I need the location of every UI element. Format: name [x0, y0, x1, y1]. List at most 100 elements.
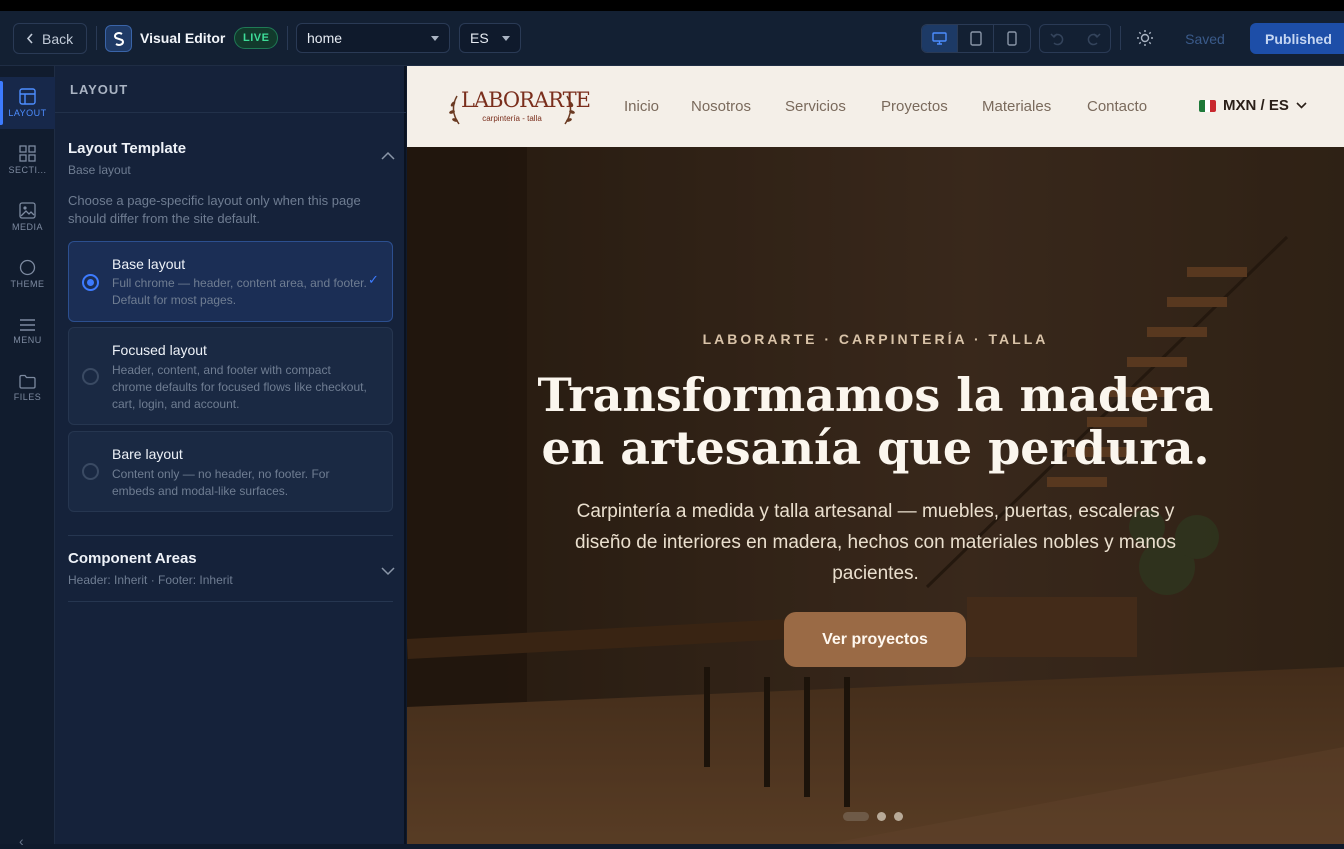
- hero-section: LABORARTE · CARPINTERÍA · TALLA Transfor…: [407, 147, 1344, 844]
- section-divider: [68, 535, 393, 536]
- layout-option-bare[interactable]: Bare layout Content only — no header, no…: [68, 431, 393, 512]
- nav-link-contacto[interactable]: Contacto: [1087, 98, 1147, 115]
- chevron-down-icon: [1296, 102, 1307, 109]
- language-select[interactable]: ES: [459, 23, 521, 53]
- brand-name: LABORARTE: [461, 88, 591, 112]
- folder-icon: [19, 374, 36, 389]
- app-logo-icon: [105, 25, 132, 52]
- rail-label: SECTI...: [8, 165, 47, 175]
- nav-link-proyectos[interactable]: Proyectos: [881, 98, 948, 115]
- layout-panel: LAYOUT Layout Template Base layout Choos…: [55, 66, 406, 844]
- layout-option-focused[interactable]: Focused layout Header, content, and foot…: [68, 327, 393, 425]
- site-preview: LABORARTE carpintería - talla Inicio Nos…: [407, 66, 1344, 844]
- language-select-value: ES: [470, 30, 489, 46]
- layout-option-base[interactable]: Base layout Full chrome — header, conten…: [68, 241, 393, 322]
- chevron-up-icon[interactable]: [381, 151, 395, 160]
- tool-rail: LAYOUT SECTI... MEDIA THEME MENU FILES ‹: [0, 66, 55, 849]
- tablet-view-button[interactable]: [958, 25, 994, 52]
- toolbar-divider: [96, 26, 97, 50]
- rail-label: MENU: [13, 334, 42, 345]
- carousel-dot[interactable]: [877, 812, 886, 821]
- panel-heading: LAYOUT: [70, 82, 129, 97]
- rail-item-theme[interactable]: THEME: [0, 248, 55, 300]
- layout-template-subtitle: Base layout: [68, 163, 131, 177]
- rail-item-sections[interactable]: SECTI...: [0, 134, 55, 186]
- status-badge: LIVE: [234, 27, 279, 49]
- carousel-dot[interactable]: [894, 812, 903, 821]
- desktop-icon: [932, 32, 947, 45]
- mobile-view-button[interactable]: [994, 25, 1030, 52]
- window-top-strip: [0, 0, 1344, 11]
- carousel-dot[interactable]: [843, 812, 869, 821]
- radio-unselected[interactable]: [82, 368, 99, 385]
- saved-button[interactable]: Saved: [1170, 24, 1240, 53]
- rail-label: LAYOUT: [8, 108, 47, 118]
- theme-toggle-button[interactable]: [1135, 28, 1155, 48]
- nav-link-servicios[interactable]: Servicios: [785, 98, 846, 115]
- chevron-left-icon: [26, 33, 33, 44]
- radio-unselected[interactable]: [82, 463, 99, 480]
- back-button[interactable]: Back: [13, 23, 87, 54]
- page-select[interactable]: home: [296, 23, 450, 53]
- site-logo[interactable]: LABORARTE carpintería - talla: [447, 82, 591, 132]
- redo-button[interactable]: [1075, 25, 1110, 52]
- sections-icon: [19, 145, 36, 162]
- layout-template-title[interactable]: Layout Template: [68, 140, 186, 157]
- back-label: Back: [42, 30, 74, 47]
- published-button[interactable]: Published: [1250, 23, 1344, 54]
- component-areas-subtitle: Header: Inherit · Footer: Inherit: [68, 573, 233, 587]
- nav-link-nosotros[interactable]: Nosotros: [691, 98, 751, 115]
- toolbar-divider: [1120, 26, 1121, 50]
- undo-icon: [1049, 32, 1063, 45]
- history-controls: [1039, 24, 1111, 53]
- sun-icon: [1137, 30, 1153, 46]
- chevron-down-icon[interactable]: [381, 567, 395, 576]
- panel-divider: [55, 112, 406, 113]
- rail-item-files[interactable]: FILES: [0, 362, 55, 414]
- hero-eyebrow: LABORARTE · CARPINTERÍA · TALLA: [702, 331, 1049, 347]
- collapse-rail-icon[interactable]: ‹: [19, 833, 24, 849]
- currency-language-label: MXN / ES: [1223, 97, 1289, 114]
- carousel-indicators: [843, 812, 903, 821]
- rail-item-media[interactable]: MEDIA: [0, 191, 55, 243]
- rail-item-layout[interactable]: LAYOUT: [0, 77, 55, 129]
- app-title: Visual Editor: [140, 30, 226, 46]
- hero-description: Carpintería a medida y talla artesanal —…: [575, 501, 1176, 584]
- view-projects-button[interactable]: Ver proyectos: [784, 612, 966, 667]
- page-select-value: home: [307, 30, 343, 46]
- rail-label: FILES: [13, 392, 42, 402]
- rail-label: MEDIA: [11, 222, 43, 232]
- mexico-flag-icon: [1199, 99, 1216, 112]
- undo-button[interactable]: [1040, 25, 1075, 52]
- mobile-icon: [1007, 31, 1017, 46]
- editor-toolbar: Back Visual Editor LIVE home ES Saved Pu…: [0, 11, 1344, 66]
- option-description: Full chrome — header, content area, and …: [112, 276, 367, 307]
- layout-icon: [19, 88, 36, 105]
- rail-label: THEME: [10, 279, 45, 289]
- caret-down-icon: [431, 35, 439, 41]
- brand-tagline: carpintería - talla: [482, 114, 542, 123]
- nav-link-inicio[interactable]: Inicio: [624, 98, 659, 115]
- section-divider: [68, 601, 393, 602]
- currency-language-selector[interactable]: MXN / ES: [1199, 97, 1307, 114]
- desktop-view-button[interactable]: [922, 25, 958, 52]
- site-header: LABORARTE carpintería - talla Inicio Nos…: [407, 66, 1344, 147]
- device-switcher: [921, 24, 1031, 53]
- component-areas-title[interactable]: Component Areas: [68, 550, 197, 567]
- hero-headline: Transformamos la madera en artesanía que…: [537, 368, 1214, 475]
- check-icon: ✓: [368, 272, 379, 287]
- option-title: Focused layout: [112, 342, 207, 358]
- menu-icon: [20, 318, 35, 331]
- media-icon: [19, 202, 36, 219]
- redo-icon: [1087, 32, 1101, 45]
- option-description: Content only — no header, no footer. For…: [112, 467, 330, 498]
- radio-selected[interactable]: [82, 274, 99, 291]
- caret-down-icon: [502, 35, 510, 41]
- option-description: Header, content, and footer with compact…: [112, 363, 367, 411]
- layout-template-hint: Choose a page-specific layout only when …: [68, 193, 361, 226]
- rail-item-menu[interactable]: MENU: [0, 305, 55, 357]
- option-title: Bare layout: [112, 446, 183, 462]
- theme-icon: [19, 259, 36, 276]
- nav-link-materiales[interactable]: Materiales: [982, 98, 1051, 115]
- option-title: Base layout: [112, 256, 186, 272]
